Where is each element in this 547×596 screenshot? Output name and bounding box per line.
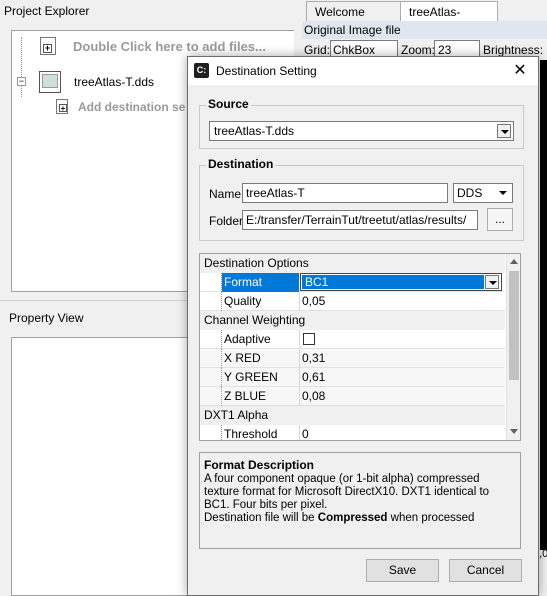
source-select[interactable]: treeAtlas-T.dds — [209, 121, 514, 141]
dialog-title: Destination Setting — [216, 64, 317, 78]
x-red-label: X RED — [224, 351, 261, 365]
tree-add-files-label: Double Click here to add files... — [73, 38, 266, 54]
category-channel-weighting[interactable]: Channel Weighting — [200, 311, 505, 330]
app-icon: C: — [194, 63, 209, 78]
category-label: Destination Options — [204, 256, 309, 270]
row-gutter — [200, 349, 222, 368]
description-title: Format Description — [204, 458, 315, 472]
chevron-down-icon — [485, 275, 499, 289]
row-gutter — [200, 330, 222, 349]
tree-add-destination-label: Add destination se — [78, 99, 186, 114]
property-view-title: Property View — [9, 311, 84, 325]
row-gutter — [200, 273, 222, 292]
folder-label: Folder — [209, 214, 244, 228]
category-label: Channel Weighting — [204, 313, 306, 327]
source-group-title: Source — [206, 97, 251, 111]
scroll-up-icon[interactable] — [510, 259, 518, 264]
x-red-value[interactable]: 0,31 — [302, 351, 325, 365]
save-button[interactable]: Save — [366, 559, 439, 582]
property-grid[interactable]: Destination Options Format BC1 Quality 0… — [199, 253, 521, 441]
scroll-thumb[interactable] — [509, 271, 519, 380]
zoom-label: Zoom: — [401, 43, 436, 57]
tree-item-add-destination[interactable]: + Add destination se — [56, 99, 185, 114]
grid-select-value: ChkBox — [333, 43, 376, 57]
property-row-y-green[interactable]: Y GREEN 0,61 — [200, 368, 505, 387]
file-format-value: DDS — [457, 186, 483, 200]
name-field[interactable]: treeAtlas-T — [242, 183, 448, 203]
format-select[interactable]: BC1 — [300, 273, 502, 291]
add-file-icon: + — [40, 37, 56, 55]
cancel-button[interactable]: Cancel — [449, 559, 522, 582]
tree-item-add-files[interactable]: + Double Click here to add files... — [40, 37, 266, 55]
folder-field[interactable]: E:/transfer/TerrainTut/treetut/atlas/res… — [242, 210, 478, 230]
row-gutter — [200, 292, 222, 311]
property-row-threshold[interactable]: Threshold 0 — [200, 425, 505, 441]
scroll-down-icon[interactable] — [510, 429, 518, 434]
source-group: Source treeAtlas-T.dds — [199, 97, 524, 149]
property-row-x-red[interactable]: X RED 0,31 — [200, 349, 505, 368]
folder-field-value: E:/transfer/TerrainTut/treetut/atlas/res… — [246, 213, 467, 227]
file-format-select[interactable]: DDS — [453, 183, 513, 203]
original-image-header: Original Image file — [302, 21, 547, 39]
status-emphasis: Compressed — [317, 512, 388, 524]
property-view-panel — [11, 337, 191, 596]
quality-value[interactable]: 0,05 — [302, 294, 325, 308]
chevron-down-icon — [497, 124, 511, 138]
tree-file-label: treeAtlas-T.dds — [74, 75, 155, 89]
dialog-titlebar[interactable]: C: Destination Setting ✕ — [188, 57, 538, 85]
description-status: Destination file will be Compressed when… — [204, 512, 516, 525]
category-dxt1-alpha[interactable]: DXT1 Alpha — [200, 406, 505, 425]
quality-label: Quality — [224, 294, 262, 308]
property-row-quality[interactable]: Quality 0,05 — [200, 292, 505, 311]
format-select-value: BC1 — [305, 275, 329, 289]
y-green-value[interactable]: 0,61 — [302, 370, 325, 384]
format-label: Format — [224, 275, 263, 289]
zoom-value: 23 — [438, 43, 452, 57]
row-gutter — [200, 368, 222, 387]
destination-group: Destination Name treeAtlas-T DDS Folder … — [199, 157, 524, 241]
tree-collapse-icon[interactable]: − — [17, 77, 26, 86]
source-select-value: treeAtlas-T.dds — [214, 124, 295, 138]
status-prefix: Destination file will be — [204, 512, 318, 524]
tree-item-file[interactable]: treeAtlas-T.dds — [39, 71, 154, 93]
adaptive-checkbox[interactable] — [303, 333, 315, 345]
browse-button[interactable]: ... — [487, 208, 513, 231]
name-label: Name — [209, 187, 242, 201]
property-row-z-blue[interactable]: Z BLUE 0,08 — [200, 387, 505, 406]
z-blue-label: Z BLUE — [224, 389, 267, 403]
name-field-value: treeAtlas-T — [246, 186, 305, 200]
original-image-label: Original Image file — [304, 23, 401, 37]
vertical-scrollbar[interactable] — [506, 254, 520, 440]
description-text: A four component opaque (or 1-bit alpha)… — [204, 473, 490, 511]
format-description-panel: Format Description A four component opaq… — [199, 452, 521, 549]
row-gutter — [200, 387, 222, 406]
threshold-label: Threshold — [224, 427, 278, 441]
destination-group-title: Destination — [206, 157, 276, 171]
property-row-adaptive[interactable]: Adaptive — [200, 330, 505, 349]
property-row-format[interactable]: Format BC1 — [200, 273, 505, 292]
grid-label: Grid: — [304, 43, 331, 57]
add-destination-icon: + — [56, 99, 68, 114]
image-canvas[interactable] — [540, 60, 547, 550]
category-label: DXT1 Alpha — [204, 408, 269, 422]
z-blue-value[interactable]: 0,08 — [302, 389, 325, 403]
y-green-label: Y GREEN — [224, 370, 278, 384]
threshold-value[interactable]: 0 — [302, 427, 309, 440]
tab-treeatlas[interactable]: treeAtlas-T.dds — [400, 1, 498, 33]
adaptive-label: Adaptive — [224, 332, 271, 346]
tree-line — [21, 37, 22, 97]
image-file-icon — [39, 71, 61, 93]
chevron-down-icon — [496, 186, 510, 200]
category-destination-options[interactable]: Destination Options — [200, 254, 505, 273]
tab-welcome-page[interactable]: Welcome Page — [306, 1, 402, 33]
project-explorer-title: Project Explorer — [4, 4, 90, 18]
destination-setting-dialog: C: Destination Setting ✕ Source treeAtla… — [187, 56, 539, 596]
row-gutter — [200, 425, 222, 440]
close-icon[interactable]: ✕ — [508, 61, 532, 81]
brightness-label: Brightness: — [483, 43, 544, 57]
status-suffix: when processed — [387, 512, 475, 524]
